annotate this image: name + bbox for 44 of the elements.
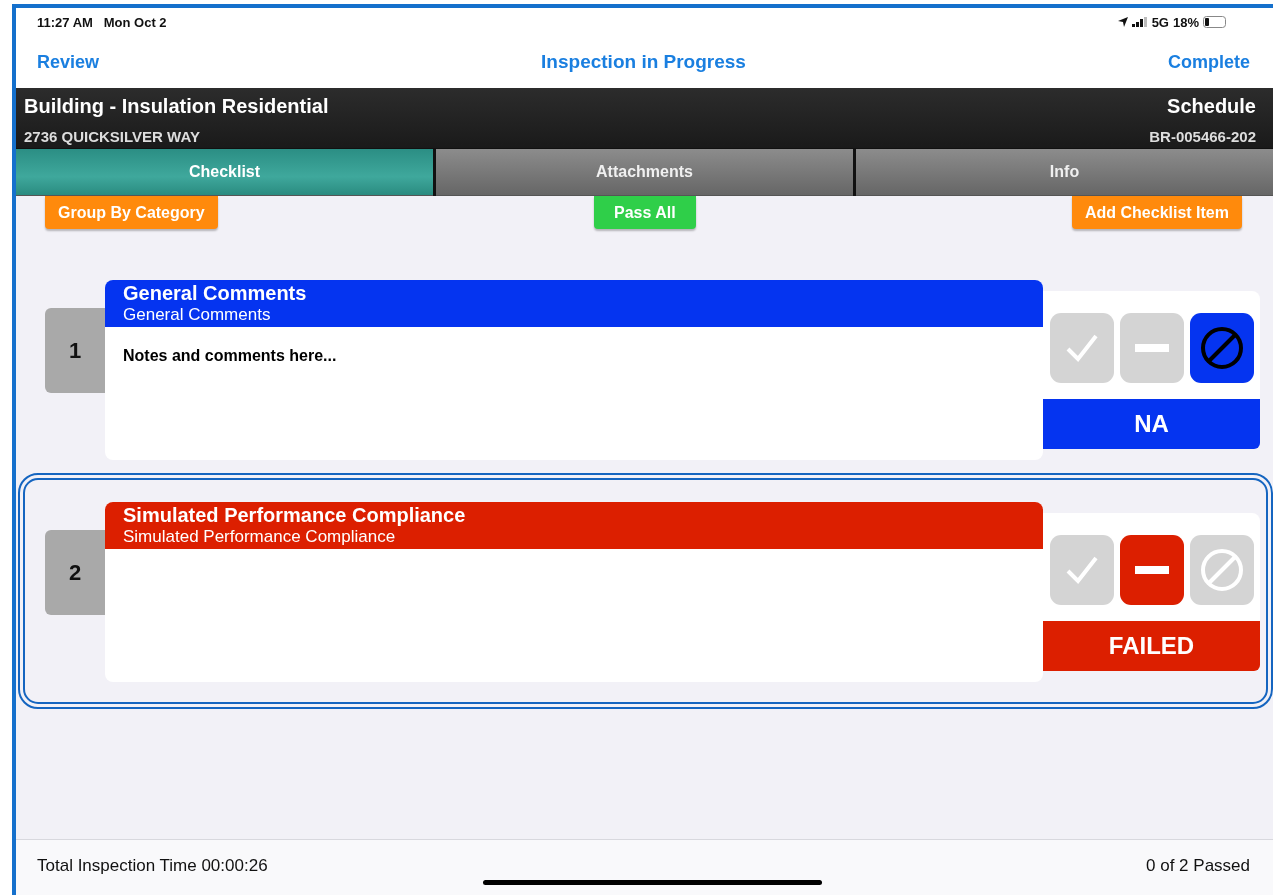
- nav-title: Inspection in Progress: [541, 51, 746, 73]
- network-label: 5G: [1151, 14, 1169, 30]
- tab[interactable]: Checklist: [16, 149, 433, 196]
- item-title: Simulated Performance Compliance: [123, 504, 467, 527]
- permit-address: 2736 QUICKSILVER WAY: [24, 127, 201, 147]
- permit-number: BR-005466-202: [1149, 127, 1256, 147]
- status-time: 11:27 AM: [37, 14, 93, 30]
- minus-icon: [1135, 344, 1169, 352]
- pass-button[interactable]: [1050, 313, 1114, 383]
- review-link[interactable]: Review: [37, 51, 100, 72]
- item-title: General Comments: [123, 282, 308, 305]
- item-number: 1: [45, 308, 105, 393]
- permit-status: Schedule: [1166, 95, 1256, 119]
- battery-percent: 18%: [1172, 14, 1199, 30]
- item-subtitle: General Comments: [123, 305, 272, 325]
- toolbar-button[interactable]: Add Checklist Item: [1071, 196, 1242, 229]
- permit-title: Building - Insulation Residential: [24, 95, 330, 119]
- no-symbol-icon: [1200, 548, 1244, 592]
- battery-icon: [1203, 16, 1227, 28]
- tab[interactable]: Attachments: [436, 149, 853, 196]
- pass-button[interactable]: [1050, 535, 1114, 605]
- item-subtitle: Simulated Performance Compliance: [123, 527, 397, 547]
- item-number: 2: [45, 530, 105, 615]
- checklist-card[interactable]: Simulated Performance Compliance Simulated Performance Compliance: [105, 502, 1043, 682]
- location-arrow-icon: [1117, 17, 1128, 27]
- no-symbol-icon: [1200, 326, 1244, 370]
- tab[interactable]: Info: [856, 149, 1273, 196]
- status-banner: NA: [1043, 399, 1260, 449]
- status-date: Mon Oct 2: [103, 14, 167, 30]
- fail-button[interactable]: [1120, 535, 1184, 605]
- status-banner: FAILED: [1043, 621, 1260, 671]
- check-icon: [1065, 333, 1099, 363]
- toolbar-button[interactable]: Group By Category: [45, 196, 218, 229]
- minus-icon: [1135, 566, 1169, 574]
- selected-item-outline[interactable]: 2 Simulated Performance Compliance Simulated Performance Compliance FAILED: [18, 473, 1273, 709]
- check-icon: [1065, 555, 1099, 585]
- na-button[interactable]: [1190, 313, 1254, 383]
- toolbar-button[interactable]: Pass All: [594, 196, 696, 229]
- complete-link[interactable]: Complete: [1168, 51, 1250, 72]
- inspection-time: Total Inspection Time 00:00:26: [37, 855, 268, 876]
- passed-summary: 0 of 2 Passed: [1146, 855, 1250, 876]
- checklist-card[interactable]: General Comments General Comments Notes and comments here...: [105, 280, 1043, 460]
- item-notes: Notes and comments here...: [122, 346, 338, 365]
- signal-icon: [1131, 17, 1148, 27]
